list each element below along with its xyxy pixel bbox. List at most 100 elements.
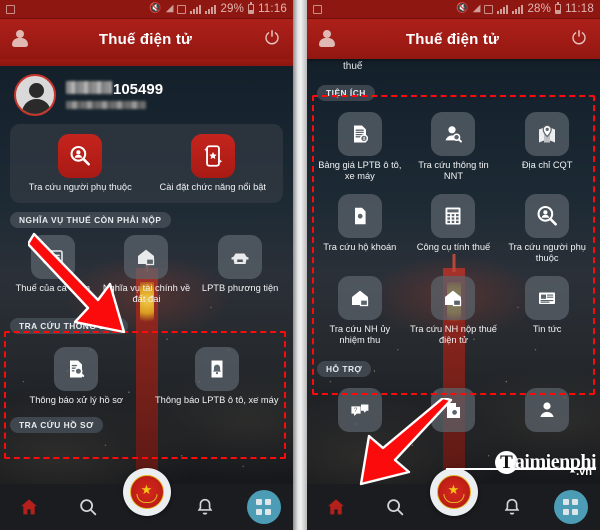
quick-action-label: Tra cứu người phụ thuộc: [28, 182, 132, 192]
tax-emblem-icon[interactable]: ★: [122, 468, 171, 516]
house-glyph: [445, 290, 462, 307]
nav-apps[interactable]: [234, 484, 293, 530]
masked-subtitle: [66, 101, 146, 109]
bell-icon: [504, 498, 520, 515]
nav-notifications[interactable]: [176, 484, 235, 530]
power-icon[interactable]: ⏻: [263, 29, 281, 48]
item-epayment-bank-lookup[interactable]: Tra cứu NH nộp thuế điện tử: [407, 274, 501, 348]
panel-divider: [293, 0, 307, 530]
section-title: TIỆN ÍCH: [317, 85, 375, 101]
calculator-icon: [431, 194, 476, 238]
item-lptb-price-table[interactable]: $ Bảng giá LPTB ô tô, xe máy: [313, 110, 407, 184]
item-label: Tra cứu thông tin NNT: [418, 160, 489, 181]
search-person-glyph: [537, 205, 558, 226]
scroll-top-strip: [0, 59, 293, 66]
battery-icon: [248, 2, 255, 14]
item-label: LPTB phương tiện: [201, 283, 279, 293]
search-person-icon: [58, 134, 103, 178]
wifi-icon: ◢: [165, 3, 174, 14]
signal-icon: [190, 4, 202, 14]
item-support-contact[interactable]: [500, 386, 594, 438]
partial-scrolled-label: thuế: [343, 61, 363, 72]
utilities-row-3: Tra cứu NH ủy nhiệm thu Tra cứu NH nộp t…: [313, 274, 594, 348]
calculator-glyph: [445, 207, 461, 225]
search-person-icon: [525, 194, 570, 238]
utilities-row-1: $ Bảng giá LPTB ô tô, xe máy Tra cứu thô…: [313, 110, 594, 184]
map-pin-glyph: [539, 124, 556, 143]
power-icon[interactable]: ⏻: [570, 29, 588, 48]
screenshot-icon: [6, 4, 15, 14]
status-right-icons: 🔇 ◢ 29% 11:16: [149, 2, 287, 15]
house-icon: [337, 276, 382, 320]
page-title: Thuế điện tử: [98, 30, 193, 48]
item-vehicle-lptb[interactable]: LPTB phương tiện: [193, 233, 287, 307]
star-icon: ★: [140, 481, 153, 497]
signal-icon: [497, 4, 509, 14]
left-screen: 🔇 ◢ 29% 11:16 Thuế điện tử ⏻ 105499 Tra …: [0, 0, 293, 530]
nav-search[interactable]: [59, 484, 118, 530]
app-header-left: Thuế điện tử ⏻: [0, 19, 293, 59]
status-left-icons: [6, 4, 149, 14]
item-lptb-notification[interactable]: Thông báo LPTB ô tô, xe máy: [147, 345, 288, 408]
item-authorized-bank-lookup[interactable]: Tra cứu NH ủy nhiệm thu: [313, 274, 407, 348]
avatar[interactable]: [14, 74, 56, 116]
item-dossier-notification[interactable]: Thông báo xử lý hồ sơ: [6, 345, 147, 408]
profile-text: 105499: [66, 81, 163, 109]
price-doc-icon: $: [337, 112, 382, 156]
nav-notifications[interactable]: [483, 484, 542, 530]
signal2-icon: [512, 4, 524, 14]
nav-apps[interactable]: [541, 484, 600, 530]
home-icon: [328, 499, 345, 515]
sim-icon: [484, 4, 494, 14]
status-left-icons: [313, 4, 456, 14]
map-pin-icon: [525, 112, 570, 156]
mute-icon: 🔇: [149, 3, 162, 14]
item-label: Tra cứu hộ khoán: [323, 242, 397, 252]
utilities-row-2: Tra cứu hộ khoán Công cụ tính thuế Tra c…: [313, 192, 594, 266]
house-glyph: [351, 290, 368, 307]
annotation-arrow-down-right: [28, 232, 126, 334]
section-title: NGHĨA VỤ THUẾ CÒN PHẢI NỘP: [10, 212, 171, 228]
house-icon: [431, 276, 476, 320]
mute-icon: 🔇: [456, 3, 469, 14]
item-tax-office-address[interactable]: Địa chỉ CQT: [500, 110, 594, 184]
item-taxpayer-info-lookup[interactable]: Tra cứu thông tin NNT: [407, 110, 501, 184]
section-utilities: TIỆN ÍCH $ Bảng giá LPTB ô tô, xe máy Tr…: [307, 78, 600, 348]
screenshot-root: 🔇 ◢ 29% 11:16 Thuế điện tử ⏻ 105499 Tra …: [0, 0, 600, 530]
clock: 11:16: [258, 3, 287, 15]
item-label: Tra cứu người phụ thuộc: [508, 242, 586, 263]
quick-action-feature-settings[interactable]: Cài đặt chức năng nổi bật: [147, 132, 280, 195]
wifi-icon: ◢: [472, 3, 481, 14]
account-number: 105499: [113, 81, 164, 98]
search-icon: [80, 499, 97, 516]
doc-bell-icon: [194, 347, 239, 391]
item-label: Địa chỉ CQT: [521, 160, 573, 170]
search-icon: [387, 499, 404, 516]
news-glyph: [539, 292, 556, 304]
status-bar-right: 🔇 ◢ 28% 11:18: [307, 0, 600, 19]
masked-name: [66, 81, 112, 94]
bell-icon: [197, 498, 213, 515]
quick-action-dependent-lookup[interactable]: Tra cứu người phụ thuộc: [14, 132, 147, 195]
emblem-graphic: ★: [129, 475, 164, 509]
person-icon[interactable]: [319, 30, 335, 48]
signal2-icon: [205, 4, 217, 14]
person-icon[interactable]: [12, 30, 28, 48]
item-label: Thông báo xử lý hồ sơ: [29, 395, 123, 405]
sim-icon: [177, 4, 187, 14]
item-label: Tra cứu NH nộp thuế điện tử: [409, 324, 497, 345]
annotation-arrow-up-right: [359, 398, 453, 486]
item-household-lookup[interactable]: Tra cứu hộ khoán: [313, 192, 407, 266]
profile-row[interactable]: 105499: [0, 66, 293, 120]
quick-actions-card: Tra cứu người phụ thuộc Cài đặt chức năn…: [10, 124, 283, 203]
profile-name: 105499: [66, 81, 163, 98]
item-tax-calculator[interactable]: Công cụ tính thuế: [407, 192, 501, 266]
status-right-icons: 🔇 ◢ 28% 11:18: [456, 2, 594, 15]
news-icon: [525, 276, 570, 320]
item-news[interactable]: Tin tức: [500, 274, 594, 348]
phone-star-icon: [190, 134, 235, 178]
item-dependent-lookup[interactable]: Tra cứu người phụ thuộc: [500, 192, 594, 266]
section-title: TRA CỨU HỒ SƠ: [10, 417, 103, 433]
nav-home[interactable]: [0, 484, 59, 530]
grid-icon: [553, 490, 588, 524]
